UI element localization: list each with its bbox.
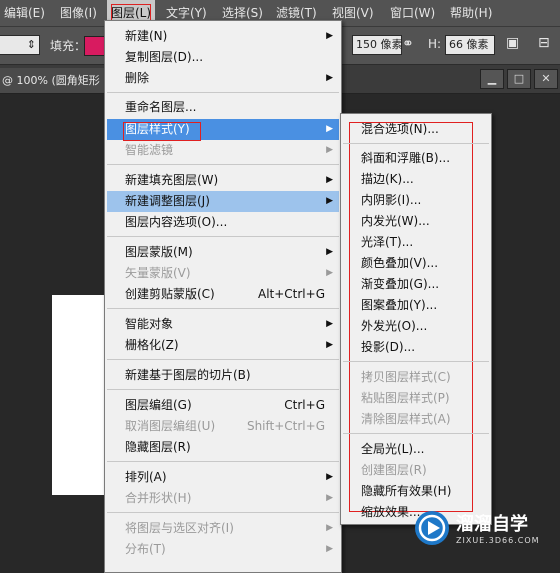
menu-item-pattern-overlay[interactable]: 图案叠加(Y)... <box>343 295 489 316</box>
menu-item-layer-content-options[interactable]: 图层内容选项(O)... <box>107 212 339 233</box>
menu-image[interactable]: 图像(I) <box>56 0 101 26</box>
menu-item-inner-glow[interactable]: 内发光(W)... <box>343 211 489 232</box>
mode-select[interactable]: ⇕ <box>0 35 40 55</box>
menu-help[interactable]: 帮助(H) <box>446 0 496 26</box>
menu-item-gradient-overlay[interactable]: 渐变叠加(G)... <box>343 274 489 295</box>
watermark-title: 溜溜自学 <box>456 514 528 535</box>
menu-item-duplicate-layer[interactable]: 复制图层(D)... <box>107 47 339 68</box>
menu-item-global-light[interactable]: 全局光(L)... <box>343 439 489 460</box>
menu-separator <box>107 461 339 462</box>
menu-separator <box>107 308 339 309</box>
menu-separator <box>107 164 339 165</box>
menu-item-create-clipping-mask[interactable]: 创建剪贴蒙版(C) Alt+Ctrl+G <box>107 284 339 305</box>
menu-item-satin[interactable]: 光泽(T)... <box>343 232 489 253</box>
menu-item-rasterize[interactable]: 栅格化(Z) ▶ <box>107 335 339 356</box>
height-label: H: <box>428 37 442 51</box>
menu-separator <box>107 389 339 390</box>
maximize-icon[interactable]: □ <box>507 69 531 89</box>
document-tab[interactable]: @ 100% (圆角矩形 ... <box>0 68 106 93</box>
menu-item-drop-shadow[interactable]: 投影(D)... <box>343 337 489 358</box>
menu-item-new-layer-based-slice[interactable]: 新建基于图层的切片(B) <box>107 365 339 386</box>
menu-separator <box>107 92 339 93</box>
menu-item-blending-options[interactable]: 混合选项(N)... <box>343 119 489 140</box>
menu-separator <box>107 236 339 237</box>
menu-item-group-layers[interactable]: 图层编组(G) Ctrl+G <box>107 395 339 416</box>
menu-item-ungroup-layers: 取消图层编组(U) Shift+Ctrl+G <box>125 419 325 433</box>
menu-separator <box>343 433 489 434</box>
layer-menu: 新建(N) ▶ 复制图层(D)... 删除 ▶ 重命名图层... 图层样式(Y) ▶ … <box>104 20 342 573</box>
menu-item-clear-layer-style: 清除图层样式(A) <box>361 412 451 426</box>
menu-item-stroke[interactable]: 描边(K)... <box>343 169 489 190</box>
menu-item-bevel-emboss[interactable]: 斜面和浮雕(B)... <box>343 148 489 169</box>
close-icon[interactable]: ✕ <box>534 69 558 89</box>
menu-item-smart-filter: 智能滤镜 ▶ <box>125 143 333 157</box>
menu-separator <box>107 359 339 360</box>
menu-item-align-layers-to-selection: 将图层与选区对齐(I) ▶ <box>125 521 333 535</box>
menu-item-rename-layer[interactable]: 重命名图层... <box>107 97 339 118</box>
menu-separator <box>107 512 339 513</box>
menu-item-distribute: 分布(T) ▶ <box>125 542 333 556</box>
menu-separator <box>343 361 489 362</box>
width-field[interactable]: 150 像素 <box>352 35 403 55</box>
updown-icon: ⇕ <box>26 38 36 51</box>
menu-item-copy-layer-style: 拷贝图层样式(C) <box>361 370 451 384</box>
menu-item-new-fill-layer[interactable]: 新建填充图层(W) ▶ <box>107 170 339 191</box>
align-icon[interactable]: ⊟ <box>538 35 550 51</box>
menu-item-smart-object[interactable]: 智能对象 ▶ <box>107 314 339 335</box>
height-field[interactable]: 66 像素 <box>445 35 495 55</box>
menu-item-layer-mask[interactable]: 图层蒙版(M) ▶ <box>107 242 339 263</box>
menu-item-new-adjustment-layer[interactable]: 新建调整图层(J) ▶ <box>107 191 339 212</box>
highlight-box <box>123 122 201 141</box>
menu-item-delete[interactable]: 删除 ▶ <box>107 68 339 89</box>
watermark: 溜溜自学 ZIXUE.3D66.COM <box>410 500 560 556</box>
menu-item-arrange[interactable]: 排列(A) ▶ <box>107 467 339 488</box>
menu-item-new[interactable]: 新建(N) ▶ <box>107 26 339 47</box>
layer-style-submenu: 混合选项(N)... 斜面和浮雕(B)... 描边(K)... 内阴影(I)..… <box>340 113 492 525</box>
document-canvas[interactable] <box>52 295 106 495</box>
menu-item-color-overlay[interactable]: 颜色叠加(V)... <box>343 253 489 274</box>
menu-item-combine-shapes: 合并形状(H) ▶ <box>125 491 333 505</box>
menu-separator <box>343 143 489 144</box>
minimize-icon[interactable]: ▁ <box>480 69 504 89</box>
link-icon[interactable]: ⚭ <box>402 36 414 52</box>
menu-window[interactable]: 窗口(W) <box>386 0 439 26</box>
menu-item-create-layers: 创建图层(R) <box>361 463 427 477</box>
fill-label: 填充： <box>50 39 87 53</box>
menu-item-hide-layers[interactable]: 隐藏图层(R) <box>107 437 339 458</box>
menu-item-paste-layer-style: 粘贴图层样式(P) <box>361 391 450 405</box>
play-logo-icon <box>415 511 449 545</box>
menu-item-inner-shadow[interactable]: 内阴影(I)... <box>343 190 489 211</box>
path-ops-icon[interactable]: ▣ <box>506 35 519 51</box>
menu-item-vector-mask: 矢量蒙版(V) ▶ <box>125 266 333 280</box>
menu-item-outer-glow[interactable]: 外发光(O)... <box>343 316 489 337</box>
menu-item-hide-all-effects[interactable]: 隐藏所有效果(H) <box>343 481 489 502</box>
watermark-url: ZIXUE.3D66.COM <box>456 536 540 545</box>
menu-edit[interactable]: 编辑(E) <box>0 0 49 26</box>
